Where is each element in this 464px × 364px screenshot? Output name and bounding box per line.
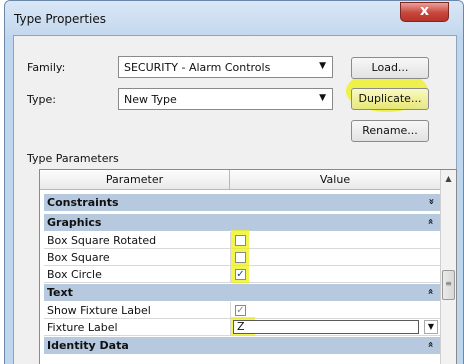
chevron-down-icon: ▼ — [319, 61, 326, 71]
param-value-cell: Z ▼ — [230, 317, 441, 336]
type-properties-dialog: Type Properties x Family: SECURITY - Ala… — [4, 0, 464, 364]
title-bar: Type Properties x — [5, 1, 463, 35]
category-label: Constraints — [47, 196, 119, 209]
param-name: Box Square Rotated — [47, 234, 157, 247]
show-fixture-label-checkbox[interactable]: ✓ — [235, 305, 246, 316]
collapse-icon: » — [425, 218, 437, 225]
param-row-box-square: Box Square — [44, 248, 441, 266]
family-value: SECURITY - Alarm Controls — [124, 61, 271, 74]
param-name: Fixture Label — [47, 321, 118, 334]
scroll-thumb[interactable]: ≡ — [442, 270, 455, 300]
category-label: Identity Data — [47, 339, 129, 352]
collapse-icon: » — [425, 288, 437, 295]
parameters-grid: Parameter Value Constraints » Graphics »… — [39, 169, 457, 364]
param-value-cell — [230, 248, 441, 266]
param-name: Show Fixture Label — [47, 304, 151, 317]
type-select[interactable]: New Type ▼ — [118, 88, 333, 110]
category-graphics[interactable]: Graphics » — [44, 214, 440, 231]
family-select[interactable]: SECURITY - Alarm Controls ▼ — [118, 56, 333, 78]
column-header-parameter[interactable]: Parameter — [40, 170, 230, 189]
close-button[interactable]: x — [400, 2, 449, 22]
vertical-scrollbar[interactable]: ▲ ≡ — [440, 170, 456, 364]
type-parameters-title: Type Parameters — [27, 152, 119, 165]
expand-icon: » — [425, 198, 437, 205]
param-row-box-square-rotated: Box Square Rotated — [44, 230, 441, 249]
chevron-down-icon: ▼ — [319, 93, 326, 103]
collapse-icon: » — [425, 341, 437, 348]
category-identity-data[interactable]: Identity Data » — [44, 337, 440, 354]
fixture-label-value: Z — [237, 320, 245, 333]
type-label: Type: — [27, 93, 56, 106]
param-row-fixture-label: Fixture Label Z ▼ — [44, 317, 441, 336]
box-circle-checkbox[interactable]: ✓ — [235, 269, 246, 280]
grid-header: Parameter Value — [40, 170, 440, 190]
param-name: Box Circle — [47, 268, 102, 281]
duplicate-button[interactable]: Duplicate... — [351, 88, 429, 110]
chevron-down-icon[interactable]: ▼ — [424, 320, 438, 334]
category-label: Text — [47, 286, 73, 299]
type-value: New Type — [124, 93, 177, 106]
box-square-rotated-checkbox[interactable] — [235, 235, 246, 246]
family-label: Family: — [27, 61, 66, 74]
category-constraints[interactable]: Constraints » — [44, 194, 440, 211]
param-value-cell: ✓ — [230, 265, 441, 283]
scroll-up-icon[interactable]: ▲ — [441, 170, 456, 187]
dialog-title: Type Properties — [14, 12, 107, 26]
param-value-cell — [230, 230, 441, 248]
category-label: Graphics — [47, 216, 102, 229]
category-text[interactable]: Text » — [44, 284, 440, 301]
rename-button[interactable]: Rename... — [351, 120, 429, 142]
load-button[interactable]: Load... — [351, 57, 429, 79]
box-square-checkbox[interactable] — [235, 252, 246, 263]
fixture-label-input[interactable]: Z — [233, 320, 419, 334]
param-name: Box Square — [47, 251, 110, 264]
column-header-value[interactable]: Value — [230, 170, 440, 189]
param-value-cell: ✓ — [230, 302, 441, 318]
param-row-box-circle: Box Circle ✓ — [44, 265, 441, 283]
